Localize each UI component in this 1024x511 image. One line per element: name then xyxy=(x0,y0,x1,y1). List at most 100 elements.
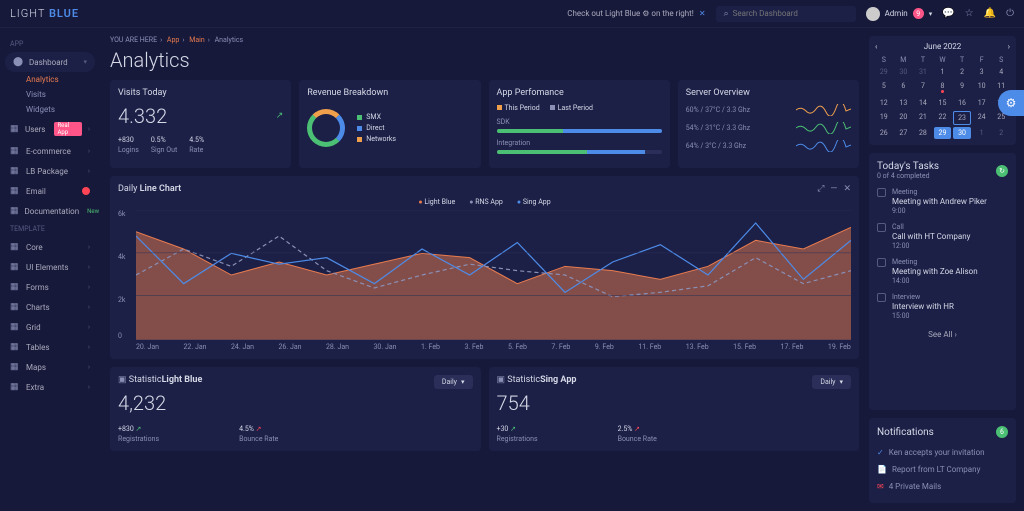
notification-item[interactable]: 📄Report from LT Company xyxy=(877,461,1008,478)
calendar-day[interactable]: 2 xyxy=(953,66,971,78)
menu-icon: ▦ xyxy=(10,186,20,196)
power-icon[interactable]: ⏻ xyxy=(1006,8,1014,19)
legend-item[interactable]: ● Light Blue xyxy=(418,198,455,206)
calendar-day[interactable]: 29 xyxy=(875,66,893,78)
task-item[interactable]: InterviewInterview with HR15:00 xyxy=(877,293,1008,320)
minimize-icon[interactable]: — xyxy=(830,184,837,194)
sidebar-item-lb-package[interactable]: ▦LB Package› xyxy=(0,161,100,181)
calendar-day[interactable]: 1 xyxy=(934,66,952,78)
chevron-right-icon: › xyxy=(88,283,90,291)
sidebar-sub-widgets[interactable]: Widgets xyxy=(0,102,100,117)
task-item[interactable]: CallCall with HT Company12:00 xyxy=(877,223,1008,250)
calendar-day[interactable]: 22 xyxy=(934,111,952,125)
home-icon: ⬤ xyxy=(13,57,23,67)
calendar-day[interactable]: 16 xyxy=(953,97,971,109)
calendar-day[interactable]: 23 xyxy=(953,111,971,125)
promo-banner: Check out Light Blue ⚙ on the right! ✕ xyxy=(567,9,705,18)
notification-item[interactable]: ✉4 Private Mails xyxy=(877,478,1008,495)
calendar-day[interactable]: 30 xyxy=(953,127,971,139)
calendar-day[interactable]: 26 xyxy=(875,127,893,139)
chevron-down-icon: ▾ xyxy=(461,378,465,386)
fullscreen-icon[interactable]: ⤢ xyxy=(817,184,824,194)
sidebar: APP ⬤ Dashboard ▾ AnalyticsVisitsWidgets… xyxy=(0,28,100,511)
calendar-day[interactable]: 31 xyxy=(914,66,932,78)
period-dropdown[interactable]: Daily▾ xyxy=(812,375,851,389)
checkbox[interactable] xyxy=(877,223,886,232)
calendar-day[interactable]: 14 xyxy=(914,97,932,109)
sidebar-item-grid[interactable]: ▦Grid› xyxy=(0,317,100,337)
menu-icon: ▦ xyxy=(10,302,20,312)
calendar-day[interactable]: 6 xyxy=(895,80,913,95)
sidebar-item-charts[interactable]: ▦Charts› xyxy=(0,297,100,317)
visits-card: Visits Today 4.332 ↗ +830Logins0.5%Sign … xyxy=(110,80,291,168)
calendar-day[interactable]: 29 xyxy=(934,127,952,139)
calendar-day[interactable]: 7 xyxy=(914,80,932,95)
calendar-day[interactable]: 15 xyxy=(934,97,952,109)
close-icon[interactable]: ✕ xyxy=(843,184,851,194)
calendar-day[interactable]: 17 xyxy=(973,97,991,109)
chevron-right-icon: › xyxy=(88,263,90,271)
calendar-day[interactable]: 4 xyxy=(992,66,1010,78)
sidebar-item-documentation[interactable]: ▦DocumentationNew› xyxy=(0,201,100,221)
chat-icon[interactable]: 💬 xyxy=(942,8,954,19)
see-all-link[interactable]: See All › xyxy=(877,330,1008,339)
sidebar-item-extra[interactable]: ▦Extra› xyxy=(0,377,100,397)
menu-icon: ▦ xyxy=(10,362,20,372)
sidebar-sub-analytics[interactable]: Analytics xyxy=(0,72,100,87)
menu-icon: ▦ xyxy=(10,146,20,156)
sidebar-item-maps[interactable]: ▦Maps› xyxy=(0,357,100,377)
checkbox[interactable] xyxy=(877,293,886,302)
menu-icon: ▦ xyxy=(10,382,20,392)
sidebar-item-dashboard[interactable]: ⬤ Dashboard ▾ xyxy=(5,52,95,72)
chevron-right-icon: › xyxy=(88,167,90,175)
search-input[interactable]: ⌕ xyxy=(716,6,856,22)
sidebar-item-core[interactable]: ▦Core› xyxy=(0,237,100,257)
legend-item[interactable]: ● RNS App xyxy=(469,198,503,206)
notification-item[interactable]: ✓Ken accepts your invitation xyxy=(877,444,1008,461)
sidebar-item-email[interactable]: ▦Email xyxy=(0,181,100,201)
period-dropdown[interactable]: Daily▾ xyxy=(434,375,473,389)
sidebar-item-users[interactable]: ▦UsersReal App› xyxy=(0,117,100,141)
task-item[interactable]: MeetingMeeting with Andrew Piker9:00 xyxy=(877,188,1008,215)
calendar[interactable]: ‹ June 2022 › SMTWTFS2930311234567891011… xyxy=(869,36,1016,145)
calendar-day[interactable]: 20 xyxy=(895,111,913,125)
calendar-day[interactable]: 28 xyxy=(914,127,932,139)
calendar-day[interactable]: 24 xyxy=(973,111,991,125)
calendar-day[interactable]: 8 xyxy=(934,80,952,95)
sidebar-sub-visits[interactable]: Visits xyxy=(0,87,100,102)
checkbox[interactable] xyxy=(877,188,886,197)
calendar-day[interactable]: 1 xyxy=(973,127,991,139)
next-month-icon[interactable]: › xyxy=(1008,42,1010,51)
calendar-day[interactable]: 21 xyxy=(914,111,932,125)
chevron-down-icon: ▾ xyxy=(929,10,933,18)
calendar-day[interactable]: 13 xyxy=(895,97,913,109)
calendar-day[interactable]: 2 xyxy=(992,127,1010,139)
task-item[interactable]: MeetingMeeting with Zoe Alison14:00 xyxy=(877,258,1008,285)
calendar-day[interactable]: 27 xyxy=(895,127,913,139)
page-title: Analytics xyxy=(110,48,859,72)
calendar-day[interactable]: 5 xyxy=(875,80,893,95)
chevron-right-icon: › xyxy=(88,243,90,251)
sidebar-item-forms[interactable]: ▦Forms› xyxy=(0,277,100,297)
checkbox[interactable] xyxy=(877,258,886,267)
star-icon[interactable]: ☆ xyxy=(965,8,974,19)
chevron-down-icon: ▾ xyxy=(83,58,87,66)
calendar-day[interactable]: 19 xyxy=(875,111,893,125)
settings-fab[interactable]: ⚙ xyxy=(998,90,1024,116)
calendar-day[interactable]: 3 xyxy=(973,66,991,78)
calendar-day[interactable]: 9 xyxy=(953,80,971,95)
legend-item[interactable]: ● Sing App xyxy=(517,198,551,206)
calendar-day[interactable]: 12 xyxy=(875,97,893,109)
calendar-day[interactable]: 10 xyxy=(973,80,991,95)
chevron-right-icon: › xyxy=(88,323,90,331)
sidebar-item-tables[interactable]: ▦Tables› xyxy=(0,337,100,357)
refresh-icon[interactable]: ↻ xyxy=(996,165,1008,177)
sidebar-item-e-commerce[interactable]: ▦E-commerce› xyxy=(0,141,100,161)
trend-up-icon: ↗ xyxy=(276,111,284,121)
calendar-day[interactable]: 30 xyxy=(895,66,913,78)
user-menu[interactable]: Admin 9 ▾ xyxy=(866,7,933,21)
bell-icon[interactable]: 🔔 xyxy=(984,8,996,19)
close-icon[interactable]: ✕ xyxy=(699,9,706,18)
sidebar-item-ui-elements[interactable]: ▦UI Elements› xyxy=(0,257,100,277)
prev-month-icon[interactable]: ‹ xyxy=(875,42,877,51)
